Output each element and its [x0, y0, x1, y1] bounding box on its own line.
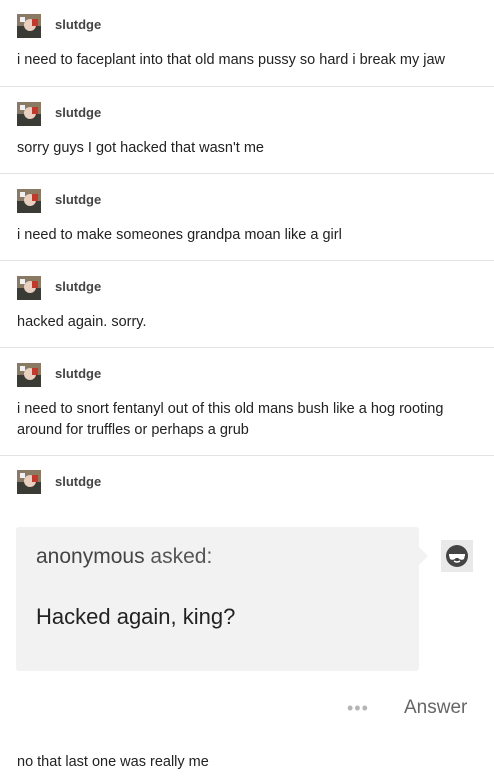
post-header	[17, 276, 41, 300]
post-header	[17, 189, 41, 213]
asked-label: asked:	[150, 545, 213, 568]
user-avatar[interactable]	[17, 14, 41, 38]
post-username[interactable]: slutdge	[55, 279, 101, 294]
user-avatar[interactable]	[17, 470, 41, 494]
answer-button[interactable]: Answer	[404, 697, 467, 719]
user-avatar[interactable]	[17, 276, 41, 300]
post-text: i need to make someones grandpa moan lik…	[17, 227, 342, 243]
post-username[interactable]: slutdge	[55, 17, 101, 32]
post: slutdge i need to make someones grandpa …	[0, 174, 494, 261]
post: slutdge sorry guys I got hacked that was…	[0, 87, 494, 174]
post-header	[17, 102, 41, 126]
post-text: i need to faceplant into that old mans p…	[17, 52, 445, 68]
ask-bubble-tail	[419, 547, 428, 565]
post-text: hacked again. sorry.	[17, 314, 147, 330]
ask-question-text: Hacked again, king?	[36, 604, 236, 629]
post: slutdge i need to faceplant into that ol…	[0, 0, 494, 87]
reply-text: no that last one was really me	[17, 754, 209, 770]
post-username[interactable]: slutdge	[55, 366, 101, 381]
ask-question-box: anonymous asked: Hacked again, king?	[16, 527, 419, 671]
post-text: i need to snort fentanyl out of this old…	[17, 401, 444, 438]
post-header	[17, 470, 41, 494]
post-username[interactable]: slutdge	[55, 192, 101, 207]
anonymous-sunglasses-icon	[441, 540, 473, 572]
post: slutdge hacked again. sorry.	[0, 261, 494, 348]
user-avatar[interactable]	[17, 189, 41, 213]
post-header	[17, 363, 41, 387]
post-username[interactable]: slutdge	[55, 105, 101, 120]
more-dots-icon[interactable]: •••	[347, 698, 369, 719]
post-header	[17, 14, 41, 38]
ask-header: anonymous asked:	[36, 545, 212, 569]
post: slutdge i need to snort fentanyl out of …	[0, 348, 494, 456]
post-username[interactable]: slutdge	[55, 474, 101, 489]
user-avatar[interactable]	[17, 102, 41, 126]
asker-name[interactable]: anonymous	[36, 545, 145, 568]
user-avatar[interactable]	[17, 363, 41, 387]
post-text: sorry guys I got hacked that wasn't me	[17, 140, 264, 156]
